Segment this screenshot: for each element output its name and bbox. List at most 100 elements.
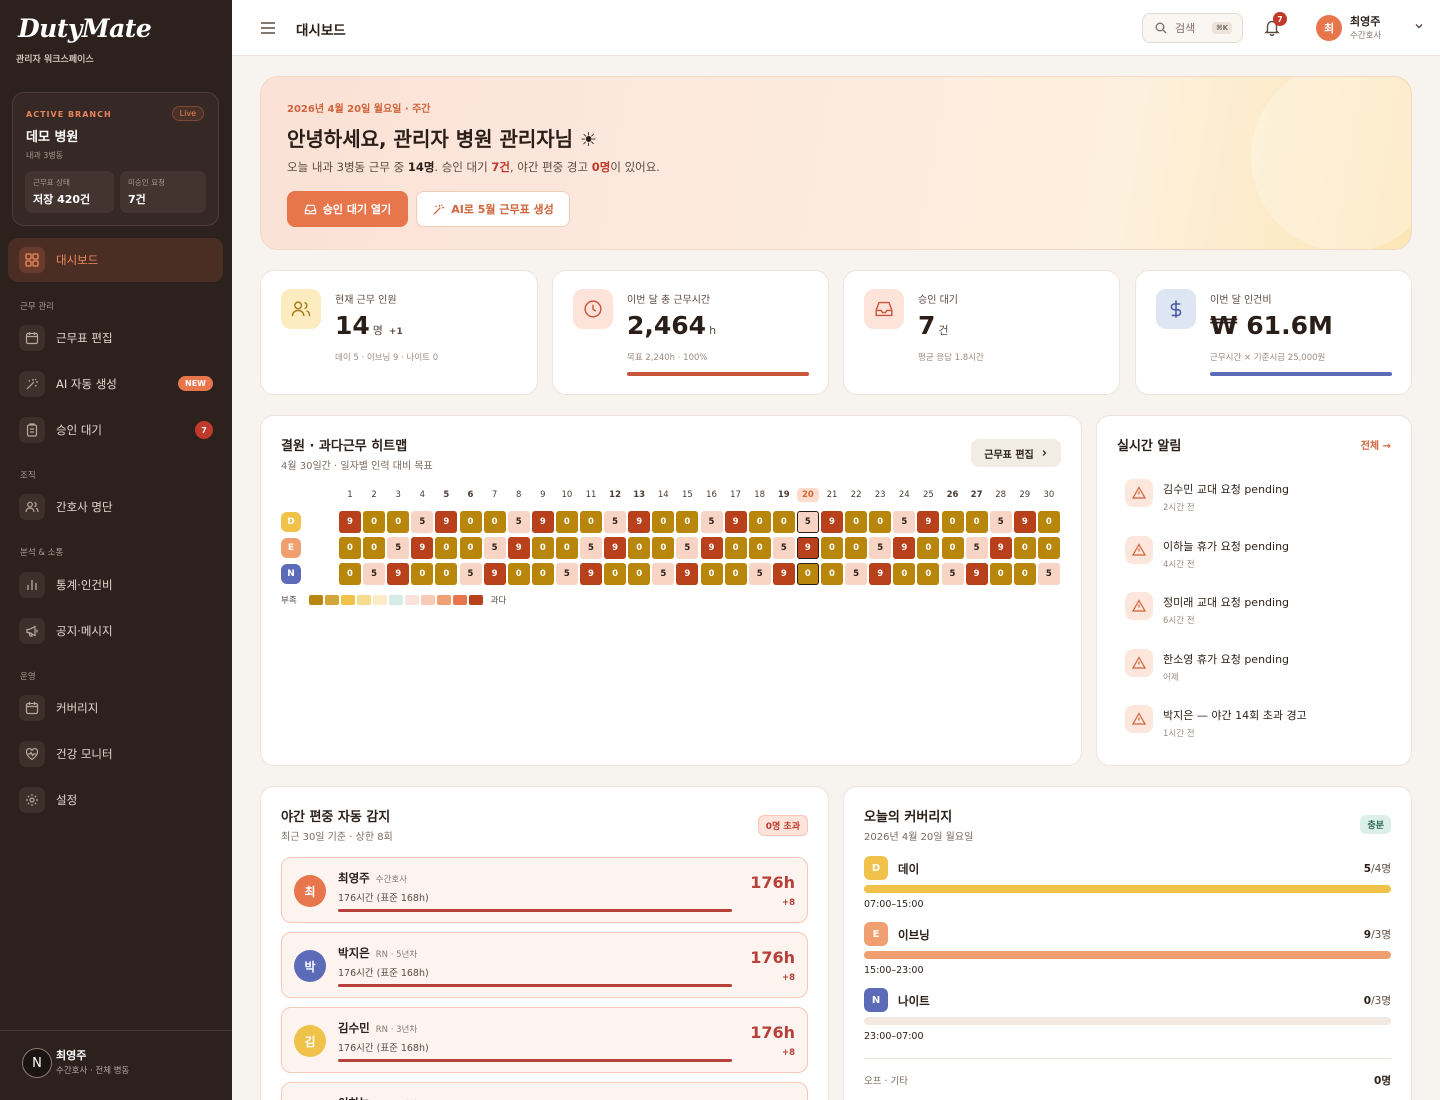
heatmap-cell[interactable]: 0 — [1013, 537, 1036, 559]
heatmap-cell[interactable]: 9 — [435, 511, 458, 533]
heatmap-cell[interactable]: 9 — [796, 537, 819, 559]
heatmap-cell[interactable]: 9 — [724, 511, 747, 533]
heatmap-cell[interactable]: 0 — [531, 563, 554, 585]
view-all-link[interactable]: 전체 → — [1361, 437, 1391, 452]
alert-item[interactable]: 김수민 교대 요청 pending 2시간 전 — [1125, 479, 1395, 529]
heatmap-cell[interactable]: 5 — [989, 511, 1012, 533]
heatmap-cell[interactable]: 0 — [459, 537, 482, 559]
heatmap-cell[interactable]: 0 — [748, 537, 771, 559]
heatmap-cell[interactable]: 5 — [507, 511, 530, 533]
heatmap-cell[interactable]: 0 — [917, 537, 940, 559]
heatmap-cell[interactable]: 9 — [893, 537, 916, 559]
heatmap-cell[interactable]: 0 — [821, 563, 843, 585]
heatmap-cell[interactable]: 9 — [580, 563, 602, 585]
kpi-labor-cost[interactable]: 이번 달 인건비 ₩ 61.6M 근무시간 × 기준시급 25,000원 — [1135, 270, 1412, 395]
heatmap-cell[interactable]: 9 — [917, 511, 940, 533]
heatmap-cell[interactable]: 0 — [363, 537, 386, 559]
heatmap-cell[interactable]: 5 — [555, 563, 578, 585]
search-input[interactable]: 검색 ⌘K — [1142, 13, 1243, 43]
heatmap-cell[interactable]: 0 — [772, 511, 795, 533]
heatmap-cell[interactable]: 9 — [531, 511, 554, 533]
kpi-pending-approval[interactable]: 승인 대기 7건 평균 응답 1.8시간 — [843, 270, 1120, 395]
heatmap-cell[interactable]: 0 — [700, 563, 723, 585]
app-logo[interactable]: DutyMate — [18, 14, 152, 43]
nav-notice[interactable]: 공지·메시지 — [8, 609, 223, 653]
heatmap-cell[interactable]: 9 — [989, 537, 1012, 559]
open-approvals-button[interactable]: 승인 대기 열기 — [287, 191, 408, 227]
heatmap-cell[interactable]: 0 — [724, 563, 747, 585]
heatmap-cell[interactable]: 9 — [411, 537, 434, 559]
heatmap-cell[interactable]: 0 — [1013, 563, 1036, 585]
nav-dashboard[interactable]: 대시보드 — [8, 238, 223, 282]
heatmap-cell[interactable]: 0 — [893, 563, 916, 585]
heatmap-cell[interactable]: 0 — [555, 511, 578, 533]
nurse-hours-row[interactable]: 김 김수민 RN · 3년차 176시간 (표준 168h) 176h +8 — [281, 1007, 808, 1073]
heatmap-cell[interactable]: 0 — [604, 563, 627, 585]
heatmap-cell[interactable]: 0 — [748, 511, 771, 533]
heatmap-cell[interactable]: 5 — [869, 537, 892, 559]
kpi-total-hours[interactable]: 이번 달 총 근무시간 2,464 h 목표 2,240h · 100% — [552, 270, 829, 395]
kpi-staff-on-duty[interactable]: 현재 근무 인원 14 명 +1 데이 5 · 이브닝 9 · 나이트 0 — [260, 270, 538, 395]
heatmap-cell[interactable]: 0 — [941, 511, 964, 533]
heatmap-cell[interactable]: 5 — [387, 537, 410, 559]
heatmap-cell[interactable]: 5 — [676, 537, 699, 559]
heatmap-cell[interactable]: 0 — [339, 537, 361, 559]
nurse-hours-row[interactable]: 이이하늘RN · 2년차 — [281, 1082, 808, 1100]
heatmap-cell[interactable]: 0 — [1037, 511, 1060, 533]
heatmap-cell[interactable]: 9 — [483, 563, 506, 585]
heatmap-cell[interactable]: 9 — [772, 563, 795, 585]
heatmap-cell[interactable]: 0 — [652, 537, 675, 559]
heatmap-cell[interactable]: 5 — [604, 511, 627, 533]
heatmap-cell[interactable]: 0 — [652, 511, 675, 533]
heatmap-cell[interactable]: 0 — [917, 563, 940, 585]
nav-schedule-edit[interactable]: 근무표 편집 — [8, 316, 223, 360]
heatmap-cell[interactable]: 5 — [796, 511, 819, 533]
nav-approval[interactable]: 승인 대기 7 — [8, 408, 223, 452]
heatmap-cell[interactable]: 0 — [628, 537, 651, 559]
heatmap-cell[interactable]: 0 — [555, 537, 578, 559]
alert-item[interactable]: 한소영 휴가 요청 pending 어제 — [1125, 648, 1395, 699]
heatmap-cell[interactable]: 0 — [459, 511, 482, 533]
sidebar-user[interactable]: N 최영주 수간호사 · 전체 병동 — [0, 1030, 232, 1100]
heatmap-cell[interactable]: 0 — [676, 511, 699, 533]
heatmap-cell[interactable]: 9 — [821, 511, 843, 533]
heatmap-cell[interactable]: 0 — [869, 511, 892, 533]
heatmap-cell[interactable]: 9 — [965, 563, 988, 585]
heatmap-cell[interactable]: 5 — [363, 563, 386, 585]
heatmap-cell[interactable]: 9 — [604, 537, 627, 559]
heatmap-cell[interactable]: 0 — [339, 563, 361, 585]
heatmap-cell[interactable]: 0 — [507, 563, 530, 585]
heatmap-cell[interactable]: 0 — [989, 563, 1012, 585]
heatmap-cell[interactable]: 0 — [483, 511, 506, 533]
heatmap-cell[interactable]: 5 — [1037, 563, 1060, 585]
heatmap-cell[interactable]: 9 — [339, 511, 361, 533]
heatmap-cell[interactable]: 0 — [628, 563, 651, 585]
heatmap-cell[interactable]: 5 — [748, 563, 771, 585]
nurse-hours-row[interactable]: 박 박지은 RN · 5년차 176시간 (표준 168h) 176h +8 — [281, 932, 808, 998]
heatmap-cell[interactable]: 0 — [580, 511, 602, 533]
nav-coverage[interactable]: 커버리지 — [8, 686, 223, 730]
heatmap-cell[interactable]: 5 — [845, 563, 868, 585]
heatmap-cell[interactable]: 0 — [387, 511, 410, 533]
alert-item[interactable]: 이하늘 휴가 요청 pending 4시간 전 — [1125, 535, 1395, 586]
branch-card[interactable]: ACTIVE BRANCH Live 데모 병원 내과 3병동 근무표 상태 저… — [12, 92, 219, 226]
heatmap-cell[interactable]: 0 — [435, 563, 458, 585]
heatmap-cell[interactable]: 9 — [628, 511, 651, 533]
nav-health[interactable]: 건강 모니터 — [8, 732, 223, 776]
nav-stats[interactable]: 통계·인건비 — [8, 563, 223, 607]
heatmap-cell[interactable]: 9 — [507, 537, 530, 559]
notification-button[interactable]: 7 — [1263, 12, 1287, 40]
heatmap-cell[interactable]: 0 — [1037, 537, 1060, 559]
alert-item[interactable]: 박지은 — 야간 14회 초과 경고 1시간 전 — [1125, 705, 1395, 755]
heatmap-cell[interactable]: 5 — [652, 563, 675, 585]
heatmap-cell[interactable]: 5 — [965, 537, 988, 559]
heatmap-cell[interactable]: 0 — [845, 511, 868, 533]
heatmap-cell[interactable]: 0 — [941, 537, 964, 559]
heatmap-cell[interactable]: 5 — [411, 511, 434, 533]
ai-generate-button[interactable]: AI로 5월 근무표 생성 — [416, 191, 570, 227]
heatmap-cell[interactable]: 9 — [869, 563, 892, 585]
heatmap-cell[interactable]: 0 — [411, 563, 434, 585]
heatmap-cell[interactable]: 0 — [531, 537, 554, 559]
nav-nurses[interactable]: 간호사 명단 — [8, 485, 223, 529]
nurse-hours-row[interactable]: 최 최영주 수간호사 176시간 (표준 168h) 176h +8 — [281, 857, 808, 923]
